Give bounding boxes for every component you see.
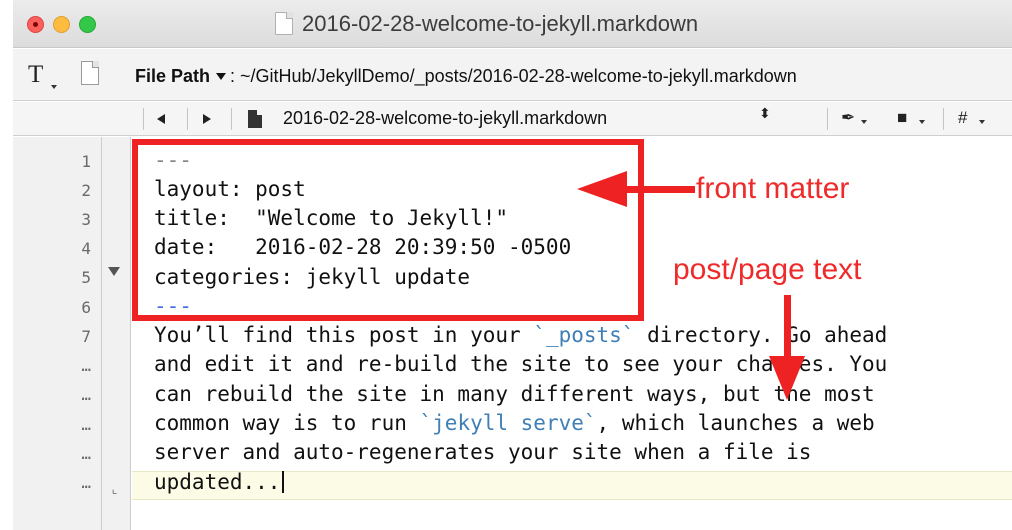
text-format-icon[interactable]: T [28, 61, 43, 89]
hash-caret-icon[interactable] [979, 120, 985, 124]
navigation-bar: 2016-02-28-welcome-to-jekyll.markdown ⬍ … [13, 102, 1012, 136]
inline-code: `jekyll serve` [419, 411, 597, 435]
code-line-7: You’ll find this post in your `_posts` d… [154, 323, 887, 347]
body-text: common way is to run [154, 411, 420, 435]
file-path-bar[interactable]: File Path : ~/GitHub/JekyllDemo/_posts/20… [135, 66, 797, 87]
code-line-wrap: common way is to run `jekyll serve`, whi… [154, 411, 875, 435]
minimize-window-button[interactable] [53, 16, 70, 33]
body-text: You’ll find this post in your [154, 323, 534, 347]
file-icon [248, 110, 262, 128]
front-matter-annotation-box [132, 139, 644, 321]
separator [143, 108, 144, 130]
square-icon[interactable]: ■ [897, 108, 907, 128]
title-bar: 2016-02-28-welcome-to-jekyll.markdown [13, 0, 1012, 48]
code-line-wrap: updated... [154, 470, 285, 494]
post-text-arrow-shaft [784, 295, 791, 360]
post-text-arrow-head [769, 356, 805, 400]
updown-arrows-icon[interactable]: ⬍ [759, 106, 771, 120]
document-selector[interactable]: 2016-02-28-welcome-to-jekyll.markdown [283, 108, 607, 129]
body-text: updated... [154, 470, 281, 494]
separator [231, 108, 232, 130]
body-text: , which launches a web [596, 411, 875, 435]
line-number: … [81, 473, 91, 492]
line-number: … [81, 356, 91, 375]
soft-wrap-icon: ⌞ [111, 482, 119, 496]
close-window-button[interactable] [27, 16, 44, 33]
line-number: 5 [81, 268, 91, 287]
code-line-wrap: server and auto-regenerates your site wh… [154, 440, 812, 464]
text-format-caret-icon[interactable] [51, 85, 57, 89]
editor-window: 2016-02-28-welcome-to-jekyll.markdown T … [13, 0, 1012, 530]
code-line-wrap: can rebuild the site in many different w… [154, 382, 875, 406]
line-number: 1 [81, 152, 91, 171]
file-path-label: File Path [135, 66, 211, 86]
pen-caret-icon[interactable] [861, 120, 867, 124]
forward-arrow-icon[interactable] [203, 114, 211, 124]
line-number-gutter: 1 2 3 4 5 6 7 … … … … … [13, 137, 101, 530]
body-text: directory. Go ahead [634, 323, 888, 347]
front-matter-annotation: front matter [696, 172, 850, 205]
document-icon[interactable] [275, 12, 293, 35]
inline-code: `_posts` [533, 323, 635, 347]
hash-icon[interactable]: # [958, 108, 967, 128]
zoom-window-button[interactable] [79, 16, 96, 33]
path-toolbar: T File Path : ~/GitHub/JekyllDemo/_posts/… [13, 49, 1012, 101]
front-matter-arrow-shaft [625, 186, 695, 193]
new-document-icon[interactable] [81, 61, 99, 85]
line-number: … [81, 385, 91, 404]
separator [827, 108, 828, 130]
back-arrow-icon[interactable] [157, 114, 165, 124]
separator [187, 108, 188, 130]
text-cursor [282, 471, 285, 493]
line-number: 7 [81, 327, 91, 346]
file-path-dropdown-icon[interactable] [216, 72, 227, 80]
post-text-annotation: post/page text [673, 253, 862, 286]
line-number: 6 [81, 298, 91, 317]
square-caret-icon[interactable] [919, 120, 925, 124]
fold-triangle-icon[interactable] [108, 267, 120, 276]
file-path-value: : ~/GitHub/JekyllDemo/_posts/2016-02-28-… [230, 66, 797, 86]
front-matter-arrow-head [577, 171, 627, 207]
line-number: 3 [81, 210, 91, 229]
line-number: 2 [81, 181, 91, 200]
fold-column [101, 137, 131, 530]
separator [943, 108, 944, 130]
line-number: 4 [81, 239, 91, 258]
window-title: 2016-02-28-welcome-to-jekyll.markdown [302, 11, 699, 36]
line-number: … [81, 444, 91, 463]
pen-icon[interactable]: ✒ [841, 108, 855, 128]
line-number: … [81, 415, 91, 434]
